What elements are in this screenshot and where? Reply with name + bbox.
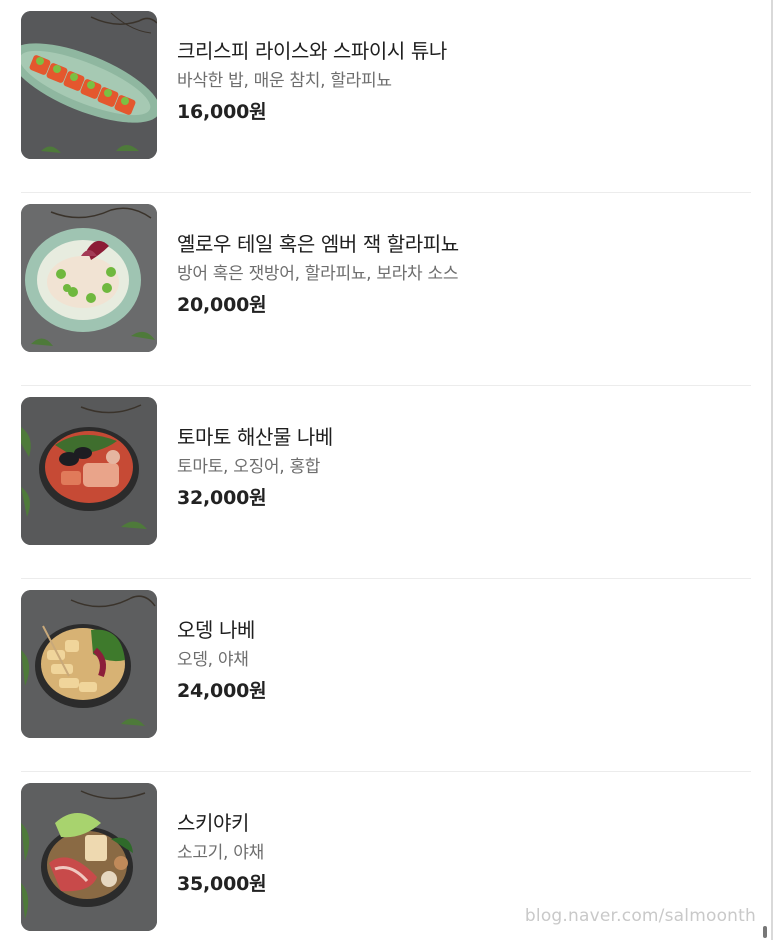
menu-item-description: 방어 혹은 잿방어, 할라피뇨, 보라차 소스 bbox=[177, 264, 459, 284]
menu-item-price: 20,000원 bbox=[177, 294, 267, 316]
menu-item-photo[interactable] bbox=[21, 204, 157, 352]
menu-item-price: 16,000원 bbox=[177, 101, 267, 123]
tomato-seafood-nabe-photo bbox=[21, 397, 157, 545]
menu-page: 크리스피 라이스와 스파이시 튜나 바삭한 밥, 매운 참치, 할라피뇨 16,… bbox=[0, 0, 773, 940]
menu-item-price: 35,000원 bbox=[177, 873, 267, 895]
menu-item[interactable]: 옐로우 테일 혹은 엠버 잭 할라피뇨 방어 혹은 잿방어, 할라피뇨, 보라차… bbox=[21, 193, 751, 386]
menu-item-photo[interactable] bbox=[21, 397, 157, 545]
menu-item[interactable]: 토마토 해산물 나베 토마토, 오징어, 홍합 32,000원 bbox=[21, 386, 751, 579]
crispy-rice-tuna-photo bbox=[21, 11, 157, 159]
menu-list: 크리스피 라이스와 스파이시 튜나 바삭한 밥, 매운 참치, 할라피뇨 16,… bbox=[21, 0, 751, 940]
oden-nabe-photo bbox=[21, 590, 157, 738]
menu-item-info: 크리스피 라이스와 스파이시 튜나 바삭한 밥, 매운 참치, 할라피뇨 16,… bbox=[177, 37, 447, 125]
menu-item-info: 토마토 해산물 나베 토마토, 오징어, 홍합 32,000원 bbox=[177, 423, 333, 511]
menu-item-description: 오뎅, 야채 bbox=[177, 650, 249, 670]
menu-item[interactable]: 오뎅 나베 오뎅, 야채 24,000원 bbox=[21, 579, 751, 772]
menu-item-info: 오뎅 나베 오뎅, 야채 24,000원 bbox=[177, 616, 267, 704]
menu-item-photo[interactable] bbox=[21, 783, 157, 931]
menu-item-name: 토마토 해산물 나베 bbox=[177, 425, 333, 449]
menu-item-name: 크리스피 라이스와 스파이시 튜나 bbox=[177, 39, 447, 63]
menu-item-name: 옐로우 테일 혹은 엠버 잭 할라피뇨 bbox=[177, 232, 459, 256]
menu-item[interactable]: 크리스피 라이스와 스파이시 튜나 바삭한 밥, 매운 참치, 할라피뇨 16,… bbox=[21, 0, 751, 193]
menu-item-info: 스키야키 소고기, 야채 35,000원 bbox=[177, 809, 267, 897]
sukiyaki-photo bbox=[21, 783, 157, 931]
yellowtail-jalapeno-photo bbox=[21, 204, 157, 352]
menu-item-description: 바삭한 밥, 매운 참치, 할라피뇨 bbox=[177, 71, 392, 91]
menu-item-info: 옐로우 테일 혹은 엠버 잭 할라피뇨 방어 혹은 잿방어, 할라피뇨, 보라차… bbox=[177, 230, 459, 318]
menu-item-price: 32,000원 bbox=[177, 487, 267, 509]
menu-item-photo[interactable] bbox=[21, 590, 157, 738]
menu-item-name: 오뎅 나베 bbox=[177, 618, 255, 642]
menu-item-description: 토마토, 오징어, 홍합 bbox=[177, 457, 321, 477]
menu-item-price: 24,000원 bbox=[177, 680, 267, 702]
menu-item-name: 스키야키 bbox=[177, 811, 249, 835]
scrollbar-thumb[interactable] bbox=[763, 926, 767, 938]
menu-item-description: 소고기, 야채 bbox=[177, 843, 264, 863]
watermark: blog.naver.com/salmoonth bbox=[524, 906, 756, 926]
menu-item-photo[interactable] bbox=[21, 11, 157, 159]
